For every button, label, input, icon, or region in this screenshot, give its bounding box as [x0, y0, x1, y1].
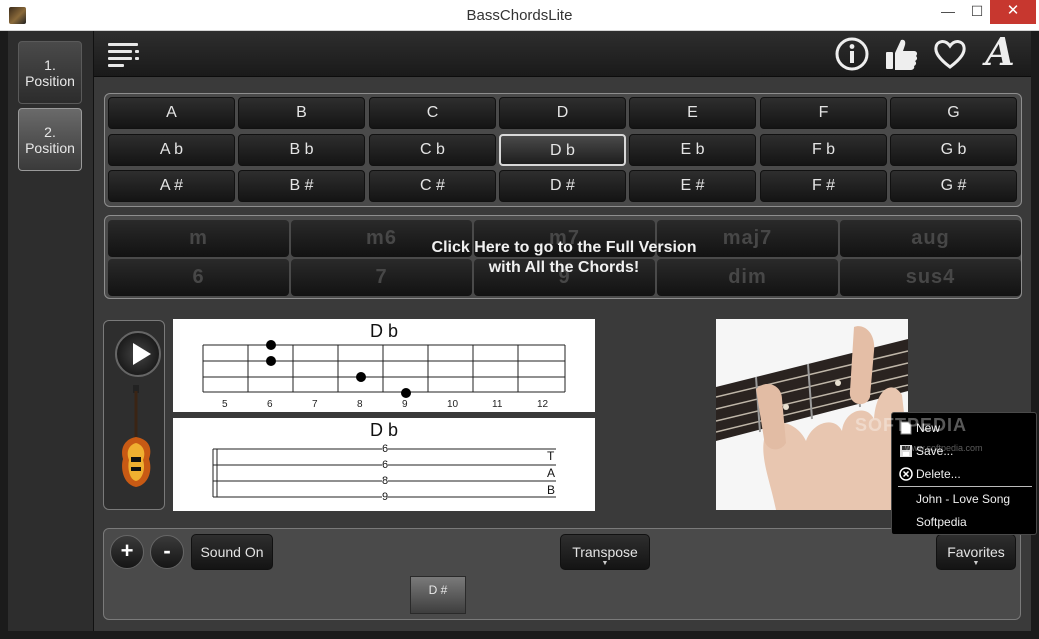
fret-number: 12 [537, 399, 549, 410]
fret-number: 11 [492, 399, 503, 410]
fret-number-row: 5 6 7 8 9 10 11 12 [173, 399, 595, 411]
position-2-label: Position [25, 139, 75, 156]
thumbs-up-icon[interactable] [883, 36, 919, 72]
chord-button-e-flat[interactable]: E b [629, 134, 756, 166]
chord-button-b-flat[interactable]: B b [238, 134, 365, 166]
position-1-button[interactable]: 1. Position [18, 41, 82, 104]
window-title: BassChordsLite [466, 7, 573, 24]
position-2-button[interactable]: 2. Position [18, 108, 82, 171]
chord-button-e[interactable]: E [629, 97, 756, 129]
chord-button-c-sharp[interactable]: C # [369, 170, 496, 202]
chord-button-e-sharp[interactable]: E # [629, 170, 756, 202]
chord-button-c-flat[interactable]: C b [369, 134, 496, 166]
chevron-down-icon: ▼ [601, 560, 609, 567]
minimize-button[interactable]: — [937, 0, 959, 24]
transpose-label: Transpose [572, 544, 638, 560]
heart-icon[interactable] [932, 36, 968, 72]
fret-number: 5 [222, 399, 228, 410]
full-version-line-2: with All the Chords! [488, 259, 640, 276]
bottom-controls: + - Sound On Transpose ▼ Favorites ▼ D # [103, 528, 1021, 620]
sound-on-button[interactable]: Sound On [191, 534, 273, 570]
header-bar: A [94, 31, 1031, 77]
tab-letter-b: B [547, 483, 556, 497]
chord-button-c[interactable]: C [369, 97, 496, 129]
play-button[interactable] [115, 331, 161, 377]
fret-number: 10 [447, 399, 459, 410]
chord-button-d-sharp[interactable]: D # [499, 170, 626, 202]
chord-button-d[interactable]: D [499, 97, 626, 129]
plus-button[interactable]: + [110, 535, 144, 569]
chevron-down-icon: ▼ [972, 560, 980, 567]
menu-separator [898, 486, 1032, 487]
chord-button-g-sharp[interactable]: G # [890, 170, 1017, 202]
chord-button-a-sharp[interactable]: A # [108, 170, 235, 202]
delete-icon [899, 467, 913, 481]
close-button[interactable]: ✕ [990, 0, 1036, 24]
chord-root-grid: A B C D E F G A b B b C b D b E b F b G … [104, 93, 1022, 207]
chord-button-g[interactable]: G [890, 97, 1017, 129]
finger-dot [266, 356, 276, 366]
chord-button-f-flat[interactable]: F b [760, 134, 887, 166]
full-version-banner[interactable]: m m6 m7 maj7 aug 6 7 9 dim sus4 Click He… [104, 215, 1022, 299]
favorite-item-john-love-song[interactable]: John - Love Song [896, 488, 1034, 510]
tab-letter-a: A [547, 466, 556, 480]
chord-button-f-sharp[interactable]: F # [760, 170, 887, 202]
softpedia-watermark: SOFTPEDIA [855, 415, 968, 435]
minus-button[interactable]: - [150, 535, 184, 569]
chord-button-a-flat[interactable]: A b [108, 134, 235, 166]
finger-dot [401, 388, 411, 398]
bass-guitar-icon [122, 385, 151, 487]
fret-number: 6 [267, 399, 273, 410]
finger-dot [266, 340, 276, 350]
chord-button-f[interactable]: F [760, 97, 887, 129]
play-panel [103, 320, 165, 510]
tab-note: 8 [382, 475, 389, 487]
position-1-label: Position [25, 72, 75, 89]
softpedia-watermark-url: www.softpedia.com [905, 443, 983, 453]
title-bar: BassChordsLite — ☐ ✕ [0, 0, 1039, 31]
fretboard-diagram: D b 5 6 7 8 9 10 11 12 [173, 319, 595, 412]
maximize-button[interactable]: ☐ [966, 0, 988, 24]
finger-dot [356, 372, 366, 382]
fret-number: 7 [312, 399, 318, 410]
full-version-message[interactable]: Click Here to go to the Full Version wit… [105, 238, 1021, 278]
font-icon[interactable]: A [982, 32, 1018, 72]
position-1-number: 1. [44, 56, 56, 73]
tablature-diagram: D b 6 6 8 9 T A B [173, 418, 595, 511]
chord-button-d-flat[interactable]: D b [499, 134, 626, 166]
tab-note: 6 [382, 443, 389, 455]
favorite-item-softpedia[interactable]: Softpedia [896, 511, 1034, 533]
chord-button-b[interactable]: B [238, 97, 365, 129]
favorite-chord-chip[interactable]: D # [410, 576, 466, 614]
tab-note: 9 [382, 491, 389, 503]
chord-button-b-sharp[interactable]: B # [238, 170, 365, 202]
favorites-button[interactable]: Favorites ▼ [936, 534, 1016, 570]
position-2-number: 2. [44, 123, 56, 140]
tab-note: 6 [382, 459, 389, 471]
menu-item-delete[interactable]: Delete... [896, 463, 1034, 485]
favorites-label: Favorites [947, 544, 1005, 560]
transpose-button[interactable]: Transpose ▼ [560, 534, 650, 570]
fret-number: 8 [357, 399, 363, 410]
main-area: A A B C D E F G A b B b C b D b E b F b … [94, 31, 1031, 631]
info-icon[interactable] [834, 36, 870, 72]
menu-icon[interactable] [108, 43, 140, 69]
fret-number: 9 [402, 399, 408, 410]
full-version-line-1: Click Here to go to the Full Version [431, 239, 697, 256]
position-sidebar: 1. Position 2. Position [8, 31, 94, 631]
menu-item-delete-label: Delete... [916, 467, 961, 481]
tab-letter-t: T [547, 449, 555, 463]
chord-button-a[interactable]: A [108, 97, 235, 129]
chord-button-g-flat[interactable]: G b [890, 134, 1017, 166]
